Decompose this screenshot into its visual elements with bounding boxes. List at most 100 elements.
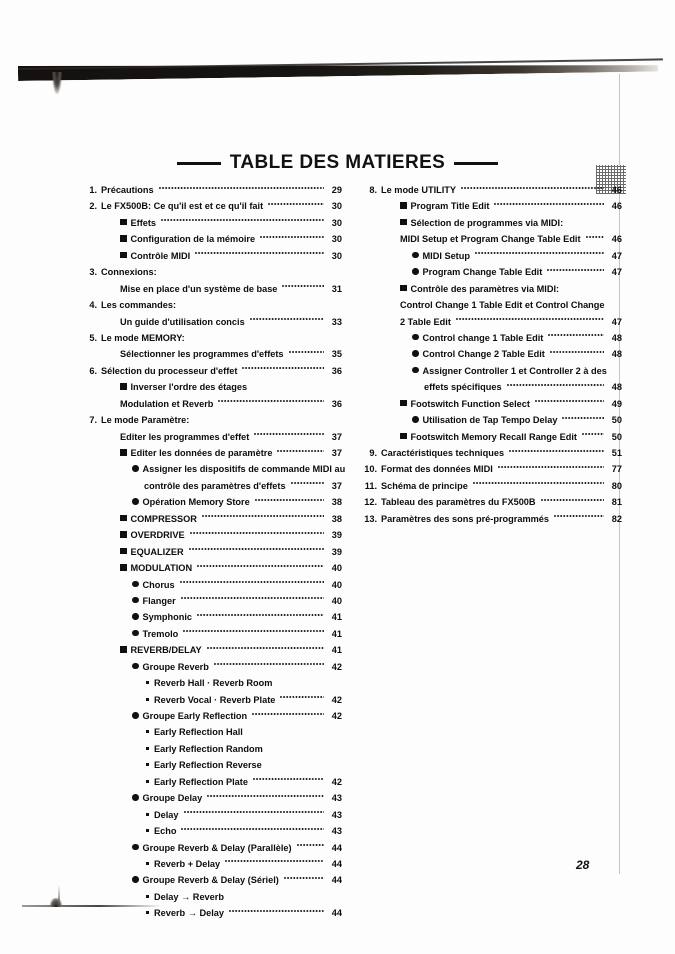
toc-entry-effets[interactable]: Effets 30 (82, 215, 342, 231)
toc-entry-contr-le-des-param-tres-d-effets[interactable]: contrôle des paramètres d'effets 37 (82, 478, 342, 494)
toc-entry-reverb-delay[interactable]: Reverb + Delay 44 (82, 856, 342, 872)
toc-entry-page: 37 (331, 448, 342, 458)
toc-entry-page: 51 (611, 448, 622, 458)
disc-bullet-icon (412, 268, 419, 275)
toc-entry-early-reflection-plate[interactable]: Early Reflection Plate 42 (82, 774, 342, 790)
disc-bullet-icon (132, 712, 139, 719)
toc-entry-le-mode-memory[interactable]: 5. Le mode MEMORY: (82, 330, 342, 346)
leader-dots (218, 397, 324, 406)
disc-bullet-icon (132, 498, 139, 505)
toc-entry-contr-le-midi[interactable]: Contrôle MIDI 30 (82, 248, 342, 264)
toc-entry-equalizer[interactable]: EQUALIZER 39 (82, 544, 342, 560)
toc-entry-label: Control Change 1 Table Edit et Control C… (400, 300, 605, 311)
leader-dots (585, 232, 604, 241)
toc-entry-groupe-early-reflection[interactable]: Groupe Early Reflection 42 (82, 708, 342, 724)
toc-entry-un-guide-d-utilisation-concis[interactable]: Un guide d'utilisation concis 33 (82, 314, 342, 330)
leader-dots (189, 528, 324, 537)
toc-entry-page: 42 (331, 661, 342, 672)
toc-entry-label: Footswitch Memory Recall Range Edit (410, 431, 577, 442)
toc-entry-caract-ristiques-techniques[interactable]: 9. Caractéristiques techniques 51 (362, 445, 622, 461)
toc-entry-reverb-delay[interactable]: Reverb → Delay 44 (82, 905, 342, 921)
toc-entry-midi-setup[interactable]: MIDI Setup 47 (362, 248, 622, 264)
toc-entry-page: 42 (331, 694, 342, 705)
toc-entry-assigner-les-dispositifs-de-commande-mid[interactable]: Assigner les dispositifs de commande MID… (82, 461, 345, 477)
toc-entry-le-mode-param-tre[interactable]: 7. Le mode Paramètre: (82, 412, 342, 428)
toc-entry-early-reflection-reverse[interactable]: Early Reflection Reverse (82, 757, 342, 773)
toc-entry-mise-en-place-d-un-syst-me-de-base[interactable]: Mise en place d'un système de base 31 (82, 281, 342, 297)
toc-entry-delay[interactable]: Delay 43 (82, 807, 342, 823)
toc-entry-program-title-edit[interactable]: Program Title Edit 46 (362, 198, 622, 214)
disc-bullet-icon (412, 416, 419, 423)
toc-entry-utilisation-de-tap-tempo-delay[interactable]: Utilisation de Tap Tempo Delay 50 (362, 412, 622, 428)
toc-entry-label: Le mode MEMORY: (101, 332, 185, 343)
toc-entry-page: 37 (331, 431, 342, 442)
toc-entry-footswitch-memory-recall-range-edit[interactable]: Footswitch Memory Recall Range Edit 50 (362, 429, 622, 445)
toc-entry-format-des-donn-es-midi[interactable]: 10. Format des données MIDI 77 (362, 461, 622, 477)
toc-entry-reverb-vocal-reverb-plate[interactable]: Reverb Vocal · Reverb Plate 42 (82, 692, 342, 708)
toc-entry-s-lection-du-processeur-d-effet[interactable]: 6. Sélection du processeur d'effet 36 (82, 363, 342, 379)
toc-entry-groupe-reverb-delay-s-riel[interactable]: Groupe Reverb & Delay (Sériel) 44 (82, 872, 342, 888)
toc-entry-echo[interactable]: Echo 43 (82, 823, 342, 839)
toc-entry-early-reflection-hall[interactable]: Early Reflection Hall (82, 724, 342, 740)
toc-entry-label: Opération Memory Store (142, 497, 250, 508)
toc-entry-le-fx500b-ce-qu-il-est-et-ce-qu-il-fait[interactable]: 2. Le FX500B: Ce qu'il est et ce qu'il fa… (82, 198, 342, 214)
toc-entry-assigner-controller-1-et-controller-2-de[interactable]: Assigner Controller 1 et Controller 2 à … (362, 363, 622, 379)
toc-entry-label: Le FX500B: Ce qu'il est et ce qu'il fait (101, 201, 264, 212)
toc-entry-editer-les-donn-es-de-param-tre[interactable]: Editer les données de paramètre 37 (82, 445, 342, 461)
toc-entry-symphonic[interactable]: Symphonic 41 (82, 609, 342, 625)
toc-entry-page: 44 (331, 875, 342, 886)
toc-entry-contr-le-des-param-tres-via-midi[interactable]: Contrôle des paramètres via MIDI: (362, 281, 622, 297)
toc-entry-modulation[interactable]: MODULATION 40 (82, 560, 342, 576)
toc-entry-chorus[interactable]: Chorus 40 (82, 577, 342, 593)
toc-right-column: 8. Le mode UTILITY 46 Program Title Edit 46 S… (362, 182, 622, 922)
toc-entry-number: 2. (89, 201, 97, 212)
leader-dots (288, 347, 324, 356)
toc-entry-delay-reverb[interactable]: Delay → Reverb (82, 889, 342, 905)
toc-entry-tableau-des-param-tres-du-fx500b[interactable]: 12. Tableau des paramètres du FX500B 81 (362, 494, 622, 510)
leader-dots (277, 677, 324, 685)
toc-entry-sch-ma-de-principe[interactable]: 11. Schéma de principe 80 (362, 478, 622, 494)
toc-entry-tremolo[interactable]: Tremolo 41 (82, 626, 342, 642)
leader-dots (268, 199, 324, 208)
toc-entry-page: 46 (611, 201, 622, 212)
toc-entry-reverb-delay[interactable]: REVERB/DELAY 41 (82, 642, 342, 658)
toc-entry-groupe-reverb[interactable]: Groupe Reverb 42 (82, 659, 342, 675)
toc-entry-s-lection-de-programmes-via-midi[interactable]: Sélection de programmes via MIDI: (362, 215, 622, 231)
toc-entry-connexions[interactable]: 3. Connexions: (82, 264, 342, 280)
toc-entry-param-tres-des-sons-pr-programm-s[interactable]: 13. Paramètres des sons pré-programmés 82 (362, 511, 622, 527)
toc-entry-effets-sp-cifiques[interactable]: effets spécifiques 48 (362, 379, 622, 395)
toc-entry-label: Configuration de la mémoire (130, 234, 256, 245)
title-rule-left (176, 161, 221, 165)
toc-entry-configuration-de-la-m-moire[interactable]: Configuration de la mémoire 30 (82, 231, 342, 247)
square-bullet-icon (400, 284, 407, 292)
dash-bullet-icon (146, 911, 149, 915)
toc-entry-footswitch-function-select[interactable]: Footswitch Function Select 49 (362, 396, 622, 412)
toc-entry-reverb-hall-reverb-room[interactable]: Reverb Hall · Reverb Room (82, 675, 342, 691)
leader-dots (540, 495, 604, 504)
scan-smudge-artifact (52, 72, 62, 94)
leader-dots (197, 561, 324, 570)
toc-entry-label: Reverb Vocal · Reverb Plate (154, 694, 276, 705)
toc-entry-flanger[interactable]: Flanger 40 (82, 593, 342, 609)
toc-entry-compressor[interactable]: COMPRESSOR 38 (82, 511, 342, 527)
toc-entry-midi-setup-et-program-change-table-edit[interactable]: MIDI Setup et Program Change Table Edit 4… (362, 231, 622, 247)
toc-entry-label: Tableau des paramètres du FX500B (381, 497, 536, 508)
toc-entry-groupe-delay[interactable]: Groupe Delay 43 (82, 790, 342, 806)
toc-entry-groupe-reverb-delay-parall-le[interactable]: Groupe Reverb & Delay (Parallèle) 44 (82, 840, 342, 856)
toc-entry-overdrive[interactable]: OVERDRIVE 39 (82, 527, 342, 543)
toc-entry-pr-cautions[interactable]: 1. Précautions 29 (82, 182, 342, 198)
toc-entry-number: 11. (364, 480, 377, 491)
toc-entry-s-lectionner-les-programmes-d-effets[interactable]: Sélectionner les programmes d'effets 35 (82, 346, 342, 362)
toc-entry-program-change-table-edit[interactable]: Program Change Table Edit 47 (362, 264, 622, 280)
toc-entry-modulation-et-reverb[interactable]: Modulation et Reverb 36 (82, 396, 342, 412)
toc-entry-control-change-2-table-edit[interactable]: Control Change 2 Table Edit 48 (362, 346, 622, 362)
toc-entry-control-change-1-table-edit[interactable]: Control change 1 Table Edit 48 (362, 330, 622, 346)
toc-entry-control-change-1-table-edit-et-control-c[interactable]: Control Change 1 Table Edit et Control C… (362, 297, 622, 313)
toc-entry-editer-les-programmes-d-effet[interactable]: Editer les programmes d'effet 37 (82, 429, 342, 445)
toc-entry-le-mode-utility[interactable]: 8. Le mode UTILITY 46 (362, 182, 622, 198)
toc-entry-2-table-edit[interactable]: 2 Table Edit 47 (362, 314, 622, 330)
toc-entry-op-ration-memory-store[interactable]: Opération Memory Store 38 (82, 494, 342, 510)
toc-entry-inverser-l-ordre-des-tages[interactable]: Inverser l'ordre des étages (82, 379, 342, 395)
toc-entry-les-commandes[interactable]: 4. Les commandes: (82, 297, 342, 313)
toc-entry-early-reflection-random[interactable]: Early Reflection Random (82, 741, 342, 757)
